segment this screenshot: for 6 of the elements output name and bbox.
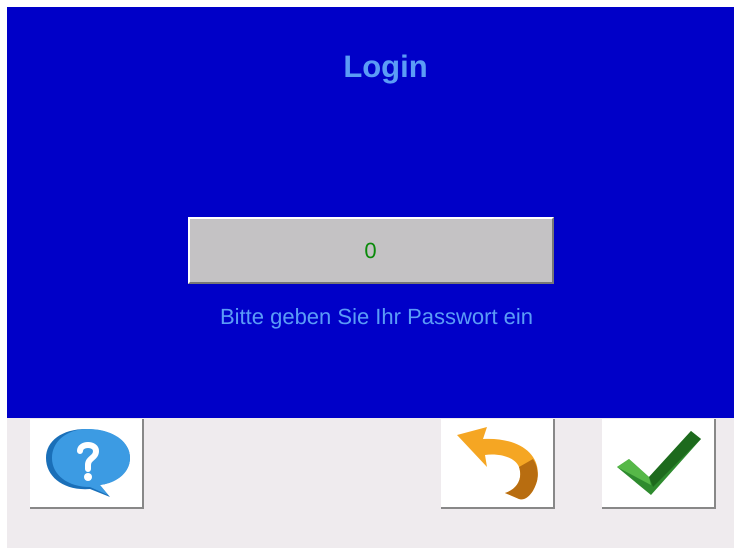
back-button[interactable]	[441, 419, 555, 509]
password-field[interactable]: 0	[188, 217, 554, 284]
confirm-button[interactable]	[602, 419, 716, 509]
password-hint: Bitte geben Sie Ihr Passwort ein	[220, 304, 534, 330]
help-button[interactable]	[30, 419, 144, 509]
login-title: Login	[343, 49, 428, 85]
